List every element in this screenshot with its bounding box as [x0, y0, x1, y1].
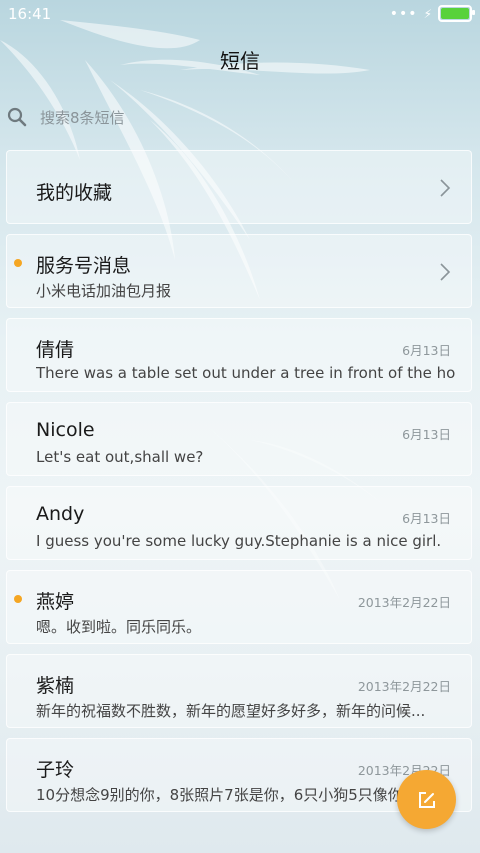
conversation-date: 2013年2月22日 [357, 679, 451, 694]
compose-icon [418, 791, 435, 808]
battery-fill [441, 8, 469, 19]
conversation-name: 服务号消息 [36, 255, 132, 277]
conversation-preview: 新年的祝福数不胜数，新年的愿望好多好多，新年的问候... [36, 702, 426, 720]
compose-button[interactable] [397, 770, 456, 829]
status-bar: 16:41 ••• ⚡ [0, 0, 480, 28]
conversation-preview: 嗯。收到啦。同乐同乐。 [36, 618, 202, 636]
conversation-name: 燕婷 [36, 591, 75, 613]
conversation-preview: 10分想念9别的你，8张照片7张是你，6只小狗5只像你 [36, 786, 403, 804]
signal-dots-icon: ••• [389, 5, 418, 22]
conversation-preview: I guess you're some lucky guy.Stephanie … [36, 532, 442, 550]
unread-dot [14, 259, 22, 267]
list-item-favorites[interactable]: 我的收藏 [6, 150, 472, 224]
chevron-right-icon [440, 179, 451, 197]
conversation-date: 6月13日 [402, 343, 451, 358]
page-title: 短信 [220, 49, 260, 73]
unread-dot [14, 595, 22, 603]
conversation-preview: There was a table set out under a tree i… [36, 364, 456, 382]
status-icons: ••• ⚡ [389, 5, 475, 22]
status-time: 16:41 [8, 5, 52, 23]
conversation-date: 2013年2月22日 [357, 595, 451, 610]
list-item[interactable]: 倩倩 6月13日 There was a table set out under… [6, 318, 472, 392]
list-item[interactable]: Nicole 6月13日 Let's eat out,shall we? [6, 402, 472, 476]
list-item[interactable]: 紫楠 2013年2月22日 新年的祝福数不胜数，新年的愿望好多好多，新年的问候.… [6, 654, 472, 728]
search-input[interactable]: 搜索8条短信 [40, 107, 125, 128]
conversation-name: 子玲 [36, 759, 75, 781]
list-item[interactable]: 燕婷 2013年2月22日 嗯。收到啦。同乐同乐。 [6, 570, 472, 644]
search-icon [7, 107, 27, 127]
list-item[interactable]: Andy 6月13日 I guess you're some lucky guy… [6, 486, 472, 560]
conversation-preview: 小米电话加油包月报 [36, 282, 172, 300]
charging-icon: ⚡ [423, 6, 432, 21]
conversation-date: 6月13日 [402, 427, 451, 442]
conversation-name: 倩倩 [36, 339, 75, 361]
conversation-name: Nicole [36, 419, 95, 441]
conversation-name: 我的收藏 [36, 182, 113, 204]
conversation-name: Andy [36, 503, 85, 525]
search-bar[interactable]: 搜索8条短信 [6, 104, 472, 130]
conversation-name: 紫楠 [36, 675, 75, 697]
chevron-right-icon [440, 263, 451, 281]
battery-icon [438, 5, 475, 22]
list-item-service-messages[interactable]: 服务号消息 小米电话加油包月报 [6, 234, 472, 308]
conversation-preview: Let's eat out,shall we? [36, 448, 204, 466]
conversation-date: 6月13日 [402, 511, 451, 526]
